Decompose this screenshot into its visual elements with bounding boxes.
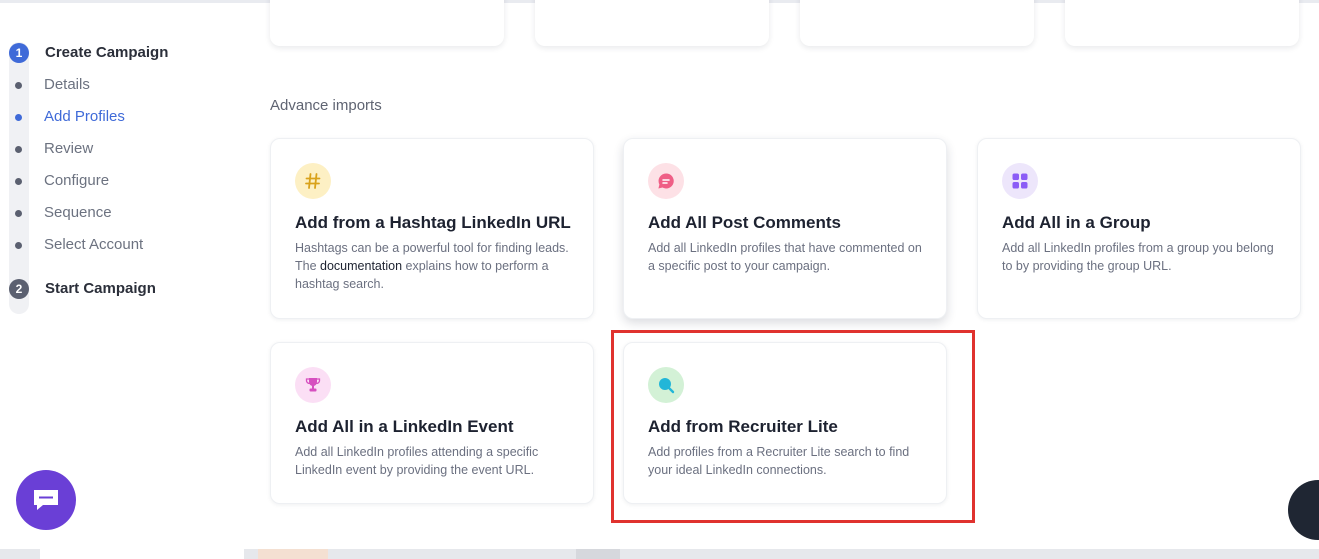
card-title: Add All in a Group — [1002, 213, 1151, 232]
card-linkedin-event[interactable]: Add All in a LinkedIn Event Add all Link… — [270, 342, 594, 504]
step-title-start-campaign[interactable]: Start Campaign — [45, 280, 156, 297]
card-post-comments[interactable]: Add All Post Comments Add all LinkedIn p… — [623, 138, 947, 319]
substep-dot — [15, 210, 22, 217]
substep-dot — [15, 146, 22, 153]
substep-review[interactable]: Review — [44, 140, 93, 157]
card-title: Add All in a LinkedIn Event — [295, 417, 514, 436]
chat-launcher-button[interactable] — [16, 470, 76, 530]
taskbar-item[interactable] — [576, 549, 620, 559]
card-group[interactable]: Add All in a Group Add all LinkedIn prof… — [977, 138, 1301, 319]
support-chat-button[interactable] — [1288, 480, 1319, 540]
substep-configure[interactable]: Configure — [44, 172, 109, 189]
card-description: Add all LinkedIn profiles from a group y… — [1002, 241, 1274, 273]
taskbar-item[interactable] — [40, 549, 244, 559]
import-card-partial[interactable] — [800, 0, 1034, 46]
card-hashtag-url[interactable]: Add from a Hashtag LinkedIn URL Hashtags… — [270, 138, 594, 319]
substep-sequence[interactable]: Sequence — [44, 204, 112, 221]
import-card-partial[interactable] — [535, 0, 769, 46]
import-card-partial[interactable] — [1065, 0, 1299, 46]
card-title: Add All Post Comments — [648, 213, 841, 232]
trophy-icon — [295, 367, 331, 403]
step-number-1: 1 — [9, 43, 29, 63]
step-title-create-campaign[interactable]: Create Campaign — [45, 44, 168, 61]
substep-dot — [15, 242, 22, 249]
section-title: Advance imports — [270, 97, 382, 114]
substep-details[interactable]: Details — [44, 76, 90, 93]
documentation-link[interactable]: documentation — [320, 259, 402, 273]
substep-add-profiles[interactable]: Add Profiles — [44, 108, 125, 125]
substep-dot — [15, 82, 22, 89]
card-description: Add all LinkedIn profiles attending a sp… — [295, 445, 539, 477]
substep-dot — [15, 178, 22, 185]
substep-select-account[interactable]: Select Account — [44, 236, 143, 253]
highlight-box — [611, 330, 975, 523]
group-grid-icon — [1002, 163, 1038, 199]
chat-icon — [34, 490, 58, 510]
card-description: Hashtags can be a powerful tool for find… — [295, 239, 575, 293]
card-description: Add all LinkedIn profiles that have comm… — [648, 241, 922, 273]
substep-dot-active — [15, 114, 22, 121]
taskbar-item[interactable] — [258, 549, 328, 559]
comment-icon — [648, 163, 684, 199]
hashtag-icon — [295, 163, 331, 199]
card-title: Add from a Hashtag LinkedIn URL — [295, 213, 571, 232]
import-card-partial[interactable] — [270, 0, 504, 46]
step-number-2: 2 — [9, 279, 29, 299]
